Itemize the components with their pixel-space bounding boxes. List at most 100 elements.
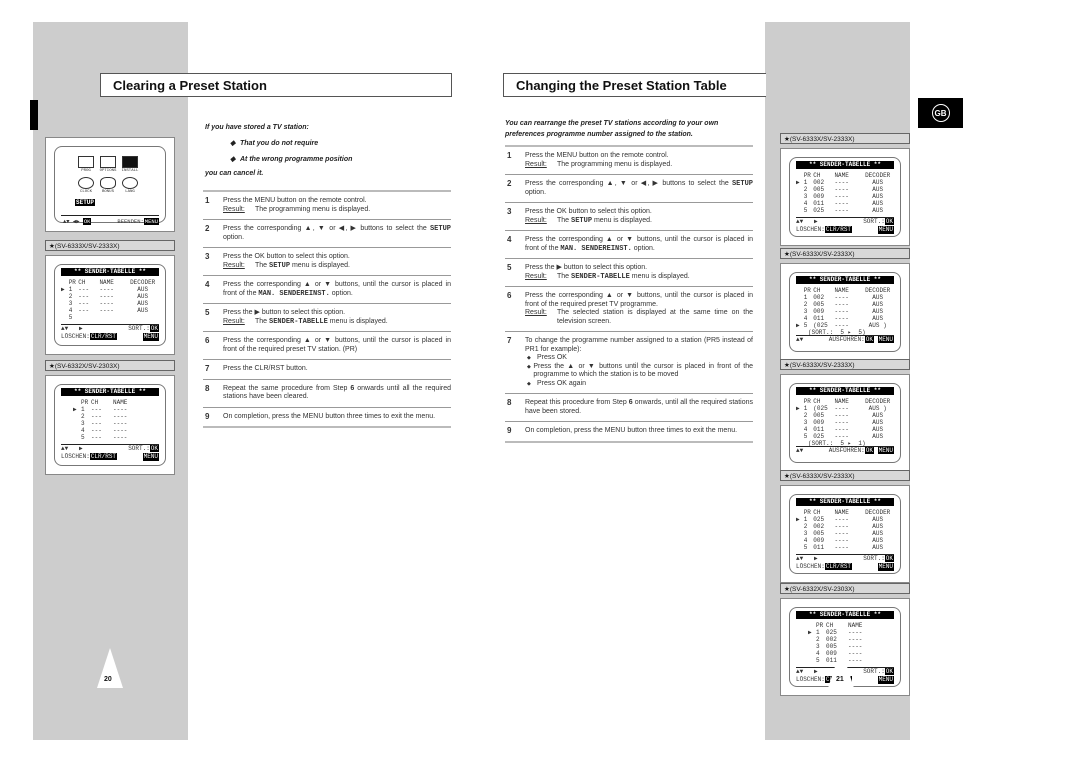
osd-cell-ch: 009 [813,193,825,200]
osd-screen: ** SENDER-TABELLE ** PR CH NAME DECODER ▶ 1 (02… [780,374,910,472]
step-text: Press the MENU button on the remote cont… [525,152,753,169]
step-text: Press the OK button to select this optio… [223,253,451,270]
osd-cell-pr: 3 [803,530,808,537]
osd-cell-ch: 011 [813,544,825,551]
step-number: 7 [205,364,210,373]
menu-key: MENU [877,336,894,343]
cursor-icon [796,412,804,419]
sort-text: SORT.: [863,668,885,675]
cursor-icon: ▶ [796,405,800,412]
intro-tail: you can cancel it. [205,170,264,177]
osd-header-cell: NAME [848,622,863,629]
step-item: 1 Press the MENU button on the remote con… [505,145,753,174]
step-text: Repeat this procedure from Step 6 onward… [525,399,753,416]
osd-cell-pr: 4 [68,307,73,314]
left-intro: If you have stored a TV station: ◆ That y… [205,122,455,179]
osd-header-row: PR CH NAME DECODER [796,509,894,516]
step-result: Result: The SENDER-TABELLE menu is displa… [525,273,753,282]
osd-table-row: 2 --- ---- [61,413,159,420]
step-item: 6 Press the corresponding ▲ or ▼ buttons,… [505,286,753,331]
osd-cell-ch: --- [91,406,102,413]
step-text: Repeat the same procedure from Step 6 on… [223,385,451,402]
step-keyword: SETUP [731,180,753,188]
cursor-icon [796,193,804,200]
osd-header-cell: PR [803,509,811,516]
osd-cell-ch: 025 [813,433,825,440]
cursor-icon [796,207,804,214]
step-text: Press the corresponding ▲ or ▼ buttons, … [223,281,451,298]
cursor-icon: ▶ [796,516,800,523]
cursor-icon [796,200,804,207]
osd-table-row: 4 011 ---- AUS [796,315,894,322]
sort-label: SORT.:OK [128,325,159,333]
osd-cell-name: ---- [113,427,128,434]
osd-cell-pr: 2 [803,186,808,193]
step-item: 7 To change the programme number assigned… [505,331,753,393]
delete-text: LÖSCHEN: [61,453,90,460]
bullet-icon: ◆ [527,380,531,387]
osd-cell-name: ---- [834,426,849,433]
cursor-icon [808,643,816,650]
cursor-icon [808,657,816,664]
result-text-a: The [557,272,572,280]
osd-cell-name: ---- [834,523,849,530]
osd-header-cell: DECODER [130,279,156,286]
osd-header-row: PR CH NAME DECODER [796,172,894,179]
lang-icon: LANG [119,177,141,194]
step-bullet: ◆ Press OK again [525,380,753,389]
result-keyword: SETUP [269,261,291,270]
osd-cell-name: ---- [834,516,849,523]
menu-key: MENU [142,453,159,461]
osd-footer-nav: ▲▼ ▶ SORT.:OK [796,555,894,563]
step-item: 4 Press the corresponding ▲ or ▼ buttons,… [203,275,451,303]
osd-cell-ch: --- [78,307,90,314]
osd-cell-dec: AUS [872,530,884,537]
sort-label: SORT.:OK [128,445,159,453]
osd-sort-line: (SORT.: 5 ▸ 5) [796,329,894,336]
result-text-b: menu is displayed. [290,261,350,269]
step-keyword: SETUP [429,225,451,233]
result-text: The SENDER-TABELLE menu is displayed. [255,318,388,327]
setup-menu-screen: PROG OPTIONS INSTALL CLOCK BONUS LANG SE… [45,137,175,232]
osd-screen-inner: ** SENDER-TABELLE ** PR CH NAME DECODER 1 002 -… [789,272,901,352]
step-result: Result: The programming menu is displayed… [525,161,753,170]
cursor-icon [796,537,804,544]
cursor-icon [796,523,804,530]
cursor-icon: ▶ [796,322,800,329]
osd-header-cell: DECODER [865,172,891,179]
step-text: Press the MENU button on the remote cont… [223,197,451,214]
osd-cell-pr: 1 [803,294,808,301]
osd-header-cell: NAME [834,287,849,294]
osd-cell-name: ---- [113,420,128,427]
result-text-b: menu is displayed. [592,216,652,224]
step-item: 8 Repeat this procedure from Step 6 onwar… [505,393,753,421]
step-text: Press the ▶ button to select this option… [525,264,753,281]
osd-screen-inner: ** SENDER-TABELLE ** PR CH NAME DECODER ▶ 1 (02… [789,383,901,463]
step-instruction: Press the corresponding ▲ or ▼ buttons, … [525,292,753,308]
osd-title: ** SENDER-TABELLE ** [796,161,894,169]
result-label: Result: [525,272,547,280]
osd-cell-dec: AUS [872,412,884,419]
osd-table-row: 5 --- ---- [61,434,159,441]
osd-cell-dec: AUS [872,294,884,301]
step-instruction: Press the MENU button on the remote cont… [525,152,669,159]
osd-cell-name: ---- [834,200,849,207]
step-instruction: Press the OK button to select this optio… [223,253,350,260]
osd-title: ** SENDER-TABELLE ** [61,388,159,396]
osd-screen: ** SENDER-TABELLE ** PR CH NAME DECODER ▶ 1 025… [780,485,910,583]
step-instruction: Press the ▶ button to select this option… [525,264,648,271]
osd-cell-pr: 1 [803,179,808,186]
osd-cell-dec: AUS [872,516,884,523]
result-keyword: SENDER-TABELLE [269,317,328,326]
step-text: Press the corresponding ▲, ▼ or ◀, ▶ but… [223,225,451,242]
step-instruction-end: option. [631,244,655,252]
step-number: 4 [507,235,512,244]
step-item: 1 Press the MENU button on the remote con… [203,190,451,219]
osd-cell-name: ---- [99,300,114,307]
model-label: ★(SV-6332X/SV-2303X) [45,360,175,371]
step-number: 3 [507,207,512,216]
cursor-icon [73,434,81,441]
step-number: 5 [205,308,210,317]
osd-cell-pr: 1 [68,286,73,293]
step-number: 2 [507,179,512,188]
